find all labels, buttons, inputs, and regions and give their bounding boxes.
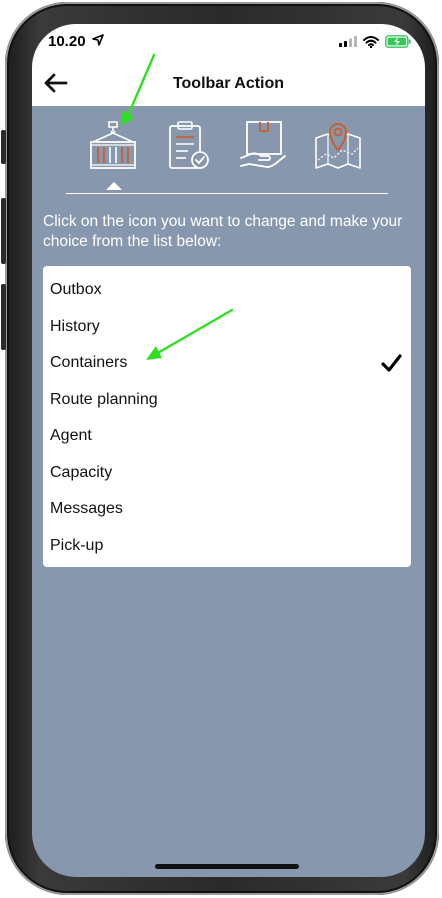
page-title: Toolbar Action (172, 75, 285, 92)
option-label: History (50, 317, 100, 335)
option-history[interactable]: History (43, 309, 411, 345)
toolbar-divider (66, 193, 388, 194)
option-label: Capacity (50, 463, 113, 481)
volume-up-button (1, 198, 6, 264)
option-pick-up[interactable]: Pick-up (43, 528, 411, 564)
checkmark-icon (381, 354, 402, 372)
battery-charging-icon (385, 35, 411, 48)
wifi-icon (363, 35, 379, 48)
option-capacity[interactable]: Capacity (43, 455, 411, 491)
option-agent[interactable]: Agent (43, 418, 411, 454)
cellular-signal-icon (339, 36, 357, 47)
option-label: Containers (50, 354, 128, 371)
volume-down-button (1, 284, 6, 350)
option-label: Agent (50, 427, 92, 444)
package-hand-icon[interactable] (237, 120, 289, 172)
selected-indicator-triangle (106, 182, 122, 190)
mute-switch (1, 130, 6, 164)
containers-icon[interactable] (87, 120, 139, 172)
map-pin-icon[interactable] (312, 120, 364, 172)
option-label: Pick-up (50, 536, 104, 554)
option-label: Messages (50, 500, 123, 517)
option-messages[interactable]: Messages (43, 491, 411, 527)
option-label: Route planning (50, 390, 158, 408)
location-arrow-icon (92, 34, 104, 46)
navigation-bar: Toolbar Action (32, 60, 425, 106)
option-containers[interactable]: Containers (43, 345, 411, 381)
status-bar: 10.20 (32, 24, 425, 60)
screen: 10.20 Toolbar Action Click on the icon y… (32, 24, 425, 877)
instruction-text: Click on the icon you want to change and… (43, 213, 403, 250)
options-list: Outbox History Containers Route planning… (43, 266, 411, 567)
clipboard-check-icon[interactable] (162, 120, 214, 172)
status-time: 10.20 (48, 33, 86, 50)
toolbar-icon-row (32, 120, 425, 172)
option-route-planning[interactable]: Route planning (43, 382, 411, 418)
phone-frame: 10.20 Toolbar Action Click on the icon y… (1, 2, 439, 895)
option-outbox[interactable]: Outbox (43, 272, 411, 308)
home-indicator (155, 864, 299, 869)
option-label: Outbox (50, 281, 102, 298)
